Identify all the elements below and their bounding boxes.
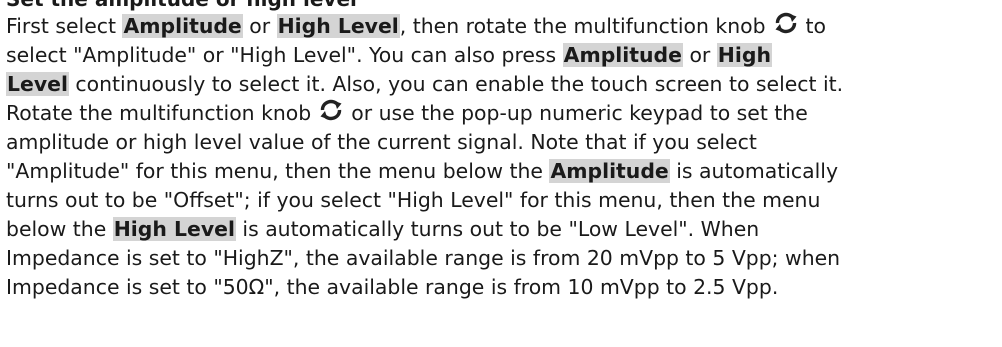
text-run: Rotate the multifunction knob — [6, 101, 312, 125]
button-name-highlight: High Level — [112, 217, 236, 241]
text-run: First select — [6, 14, 123, 38]
multifunction-knob-icon — [774, 12, 798, 34]
button-name-highlight: Amplitude — [562, 43, 683, 67]
text-run: continuously to select it. Also, you can… — [68, 72, 844, 96]
text-run: to — [805, 14, 827, 38]
text-run: amplitude or high level value of the cur… — [6, 130, 757, 154]
paragraph-line: below the High Level is automatically tu… — [6, 215, 996, 244]
paragraph-line: First select Amplitude or High Level, th… — [6, 12, 996, 41]
paragraph-line: Impedance is set to "50Ω", the available… — [6, 273, 996, 302]
paragraph-line: "Amplitude" for this menu, then the menu… — [6, 157, 996, 186]
multifunction-knob-icon — [319, 99, 343, 121]
button-name-highlight: Amplitude — [549, 159, 670, 183]
text-run: Impedance is set to "50Ω", the available… — [6, 275, 779, 299]
paragraph-line: Impedance is set to "HighZ", the availab… — [6, 244, 996, 273]
paragraph-line: Rotate the multifunction knob or use the … — [6, 99, 996, 128]
text-run: , then rotate the multifunction knob — [399, 14, 766, 38]
paragraph-line: turns out to be "Offset"; if you select … — [6, 186, 996, 215]
text-run: select "Amplitude" or "High Level". You … — [6, 43, 563, 67]
text-run: turns out to be "Offset"; if you select … — [6, 188, 821, 212]
text-run: or — [242, 14, 277, 38]
text-run: Impedance is set to "HighZ", the availab… — [6, 246, 841, 270]
text-run: is automatically — [669, 159, 839, 183]
text-run: or use the pop-up numeric keypad to set … — [351, 101, 808, 125]
text-run: or — [682, 43, 717, 67]
text-run: "Amplitude" for this menu, then the menu… — [6, 159, 550, 183]
instruction-paragraph: First select Amplitude or High Level, th… — [6, 12, 996, 302]
paragraph-line: select "Amplitude" or "High Level". You … — [6, 41, 996, 70]
section-heading: Set the amplitude or high level — [6, 0, 357, 11]
text-run: below the — [6, 217, 113, 241]
button-name-highlight: Level — [6, 72, 69, 96]
button-name-highlight: High — [716, 43, 772, 67]
paragraph-line: Level continuously to select it. Also, y… — [6, 70, 996, 99]
text-run: is automatically turns out to be "Low Le… — [235, 217, 760, 241]
paragraph-line: amplitude or high level value of the cur… — [6, 128, 996, 157]
button-name-highlight: Amplitude — [122, 14, 243, 38]
button-name-highlight: High Level — [276, 14, 400, 38]
